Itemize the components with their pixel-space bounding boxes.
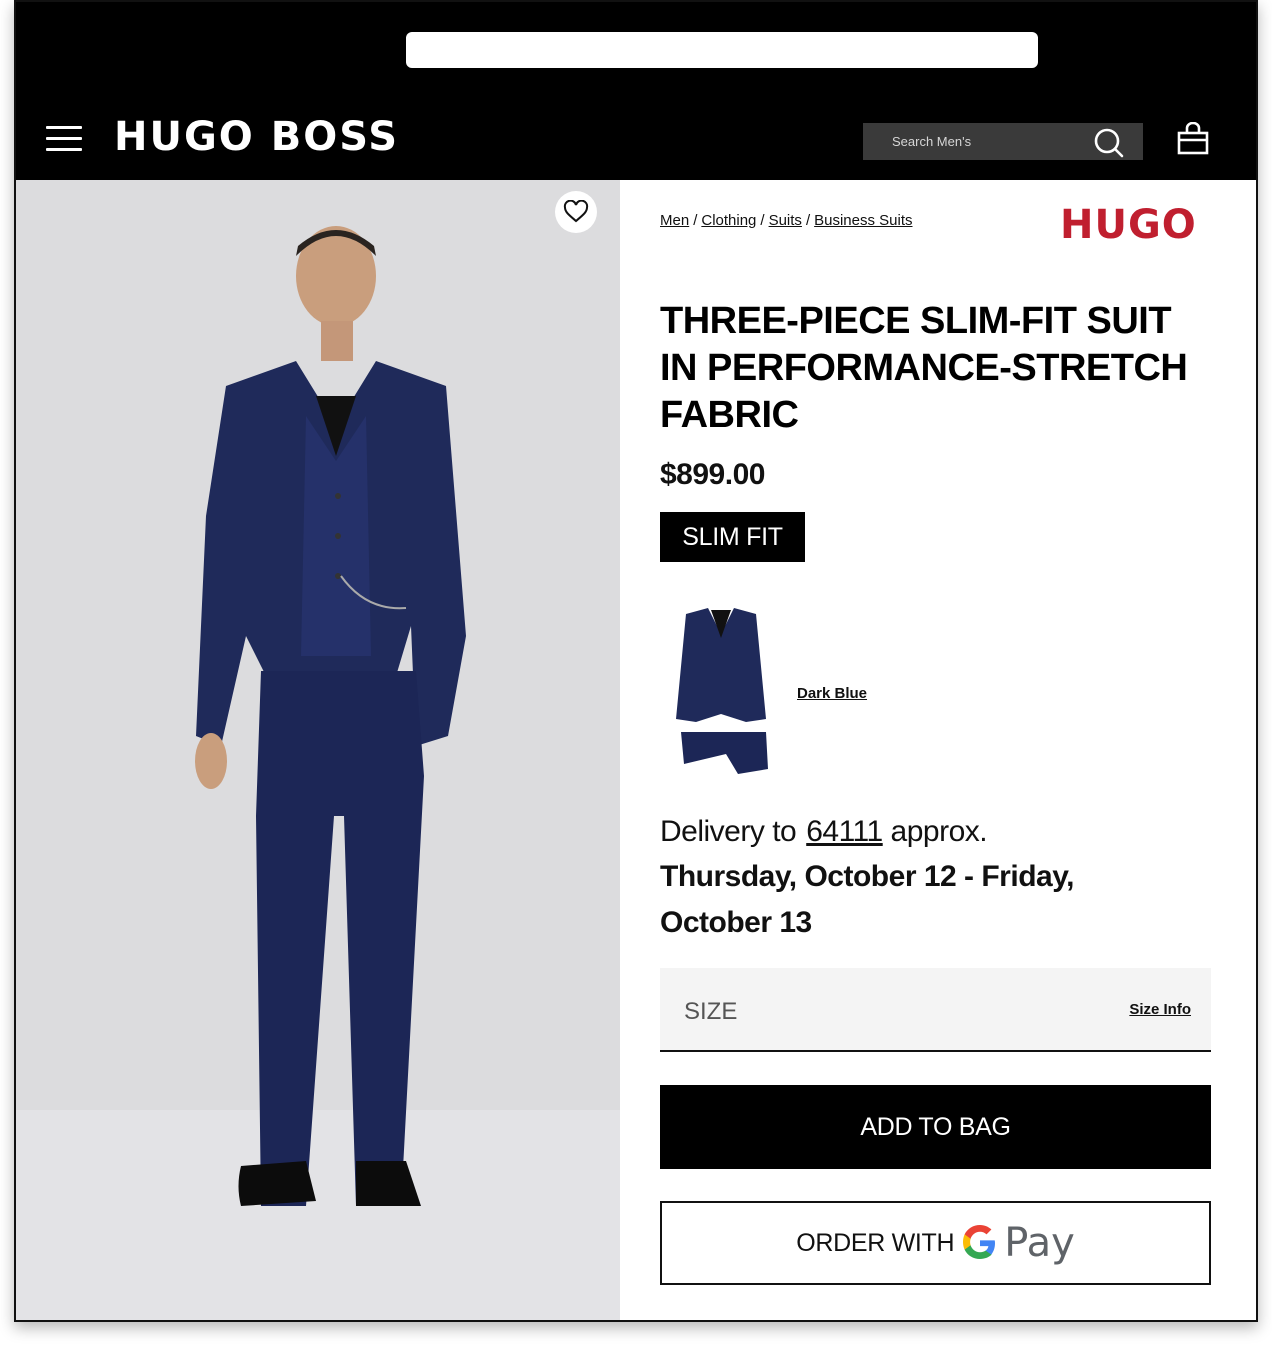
site-logo[interactable]: HUGO BOSS (114, 114, 399, 160)
breadcrumb: Men / Clothing / Suits / Business Suits (660, 212, 913, 229)
size-selector[interactable]: SIZE Size Info (660, 968, 1211, 1052)
breadcrumb-men[interactable]: Men (660, 212, 689, 229)
delivery-zip-link[interactable]: 64111 (806, 815, 883, 848)
search-input[interactable] (863, 123, 1083, 160)
delivery-suffix: approx. (890, 815, 988, 848)
breadcrumb-business-suits[interactable]: Business Suits (814, 212, 912, 229)
delivery-prefix: Delivery to (660, 815, 797, 848)
address-bar[interactable] (406, 32, 1038, 68)
delivery-dates: Thursday, October 12 - Friday, October 1… (660, 860, 1075, 939)
product-info-panel: Men / Clothing / Suits / Business Suits HUGO T… (620, 180, 1256, 1320)
google-g-icon (963, 1225, 996, 1259)
order-with-label: ORDER WITH (796, 1228, 955, 1257)
search-box (863, 123, 1143, 160)
breadcrumb-suits[interactable]: Suits (769, 212, 802, 229)
product-price: $899.00 (660, 458, 765, 491)
product-title: THREE-PIECE SLIM-FIT SUIT IN PERFORMANCE… (660, 300, 1188, 436)
google-pay-button[interactable]: ORDER WITH Pay (660, 1201, 1211, 1285)
heart-icon (563, 200, 589, 223)
pay-word: Pay (1004, 1220, 1075, 1266)
search-icon[interactable] (1093, 126, 1125, 158)
color-name-link[interactable]: Dark Blue (797, 685, 867, 702)
wishlist-button[interactable] (555, 191, 597, 233)
hamburger-menu-icon[interactable] (46, 126, 82, 152)
shopping-bag-icon[interactable] (1177, 122, 1209, 156)
fit-badge: SLIM FIT (660, 512, 805, 562)
product-image[interactable] (16, 180, 620, 1320)
size-label: SIZE (684, 998, 738, 1025)
breadcrumb-clothing[interactable]: Clothing (701, 212, 756, 229)
delivery-estimate: Delivery to 64111 approx. Thursday, Octob… (660, 810, 1220, 946)
site-header: HUGO BOSS (16, 2, 1256, 180)
hugo-brand-logo[interactable]: HUGO (1060, 202, 1197, 248)
color-swatch-dark-blue[interactable] (666, 604, 776, 784)
model-in-suit (195, 226, 466, 1206)
browser-frame: HUGO BOSS Search Men's Men / Clothing / … (14, 0, 1258, 1322)
add-to-bag-button[interactable]: ADD TO BAG (660, 1085, 1211, 1169)
size-info-link[interactable]: Size Info (1129, 1001, 1191, 1018)
